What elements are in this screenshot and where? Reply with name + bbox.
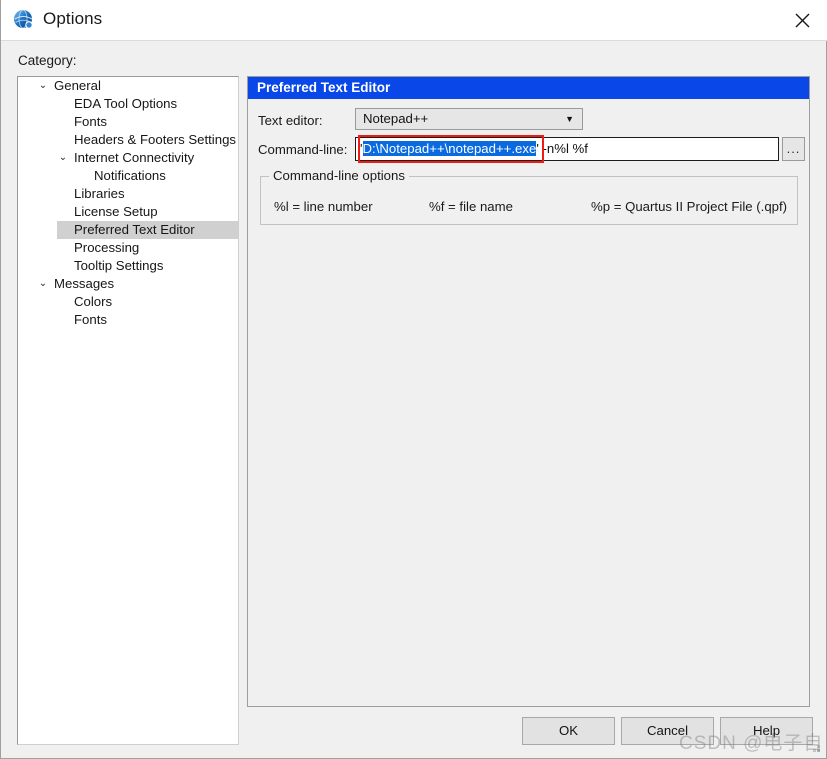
category-tree[interactable]: ⌄ General EDA Tool Options Fonts Headers… xyxy=(17,76,239,745)
option-project-file: %p = Quartus II Project File (.qpf) xyxy=(591,199,788,214)
title-bar: Options xyxy=(1,0,827,41)
text-editor-value: Notepad++ xyxy=(363,111,429,126)
sidebar-item-label: Messages xyxy=(54,276,115,291)
sidebar-item-general[interactable]: ⌄ General xyxy=(18,77,238,95)
sidebar-item-libraries[interactable]: Libraries xyxy=(18,185,238,203)
sidebar-item-messages-fonts[interactable]: Fonts xyxy=(18,311,238,329)
sidebar-item-license-setup[interactable]: License Setup xyxy=(18,203,238,221)
sidebar-item-internet-connectivity[interactable]: ⌄ Internet Connectivity xyxy=(18,149,238,167)
dialog-body: Category: ⌄ General EDA Tool Options Fon… xyxy=(1,41,826,757)
cancel-button[interactable]: Cancel xyxy=(621,717,714,745)
preferred-text-editor-panel: Preferred Text Editor Text editor: Notep… xyxy=(247,76,810,707)
sidebar-item-processing[interactable]: Processing xyxy=(18,239,238,257)
resize-grip-icon[interactable] xyxy=(808,740,822,754)
sidebar-item-label: Colors xyxy=(74,294,113,309)
browse-button[interactable]: ... xyxy=(782,137,805,161)
ellipsis-icon: ... xyxy=(786,141,801,156)
option-line-number: %l = line number xyxy=(274,199,373,214)
quartus-globe-icon xyxy=(13,9,35,31)
sidebar-item-notifications[interactable]: Notifications xyxy=(18,167,238,185)
command-line-selected-path: D:\Notepad++\notepad++.exe xyxy=(362,141,537,156)
sidebar-item-label: Headers & Footers Settings xyxy=(74,132,236,147)
sidebar-item-eda-tool-options[interactable]: EDA Tool Options xyxy=(18,95,238,113)
sidebar-item-label: Fonts xyxy=(74,312,107,327)
command-line-input[interactable]: 'D:\Notepad++\notepad++.exe' -n%l %f xyxy=(355,137,779,161)
group-title: Command-line options xyxy=(269,168,409,183)
command-line-options-group: Command-line options %l = line number %f… xyxy=(260,168,798,225)
chevron-down-icon[interactable]: ▼ xyxy=(565,109,574,129)
text-editor-dropdown[interactable]: Notepad++ ▼ xyxy=(355,108,583,130)
chevron-down-icon[interactable]: ⌄ xyxy=(36,77,50,95)
close-icon[interactable] xyxy=(776,0,827,40)
sidebar-item-label: Libraries xyxy=(74,186,125,201)
text-editor-label: Text editor: xyxy=(258,113,323,128)
sidebar-item-headers-footers-settings[interactable]: Headers & Footers Settings xyxy=(18,131,238,149)
sidebar-item-label: Processing xyxy=(74,240,140,255)
chevron-down-icon[interactable]: ⌄ xyxy=(36,275,50,293)
command-line-suffix: ' -n%l %f xyxy=(536,141,588,156)
options-dialog: Options Category: ⌄ General EDA Tool Opt… xyxy=(0,0,827,759)
sidebar-item-label: EDA Tool Options xyxy=(74,96,178,111)
sidebar-item-label: Fonts xyxy=(74,114,107,129)
option-file-name: %f = file name xyxy=(429,199,513,214)
category-label: Category: xyxy=(18,53,77,68)
help-button[interactable]: Help xyxy=(720,717,813,745)
ok-button[interactable]: OK xyxy=(522,717,615,745)
panel-title: Preferred Text Editor xyxy=(248,77,809,99)
sidebar-item-label: Notifications xyxy=(94,168,166,183)
sidebar-item-colors[interactable]: Colors xyxy=(18,293,238,311)
sidebar-item-label: Tooltip Settings xyxy=(74,258,164,273)
chevron-down-icon[interactable]: ⌄ xyxy=(56,149,70,167)
command-line-label: Command-line: xyxy=(258,142,348,157)
command-line-value: 'D:\Notepad++\notepad++.exe' -n%l %f xyxy=(360,138,588,160)
sidebar-item-label: General xyxy=(54,78,101,93)
sidebar-item-label: Internet Connectivity xyxy=(74,150,195,165)
window-title: Options xyxy=(43,9,103,28)
sidebar-item-tooltip-settings[interactable]: Tooltip Settings xyxy=(18,257,238,275)
sidebar-item-label: Preferred Text Editor xyxy=(74,222,195,237)
sidebar-item-fonts[interactable]: Fonts xyxy=(18,113,238,131)
sidebar-item-messages[interactable]: ⌄ Messages xyxy=(18,275,238,293)
sidebar-item-label: License Setup xyxy=(74,204,158,219)
sidebar-item-preferred-text-editor[interactable]: Preferred Text Editor xyxy=(18,221,238,239)
